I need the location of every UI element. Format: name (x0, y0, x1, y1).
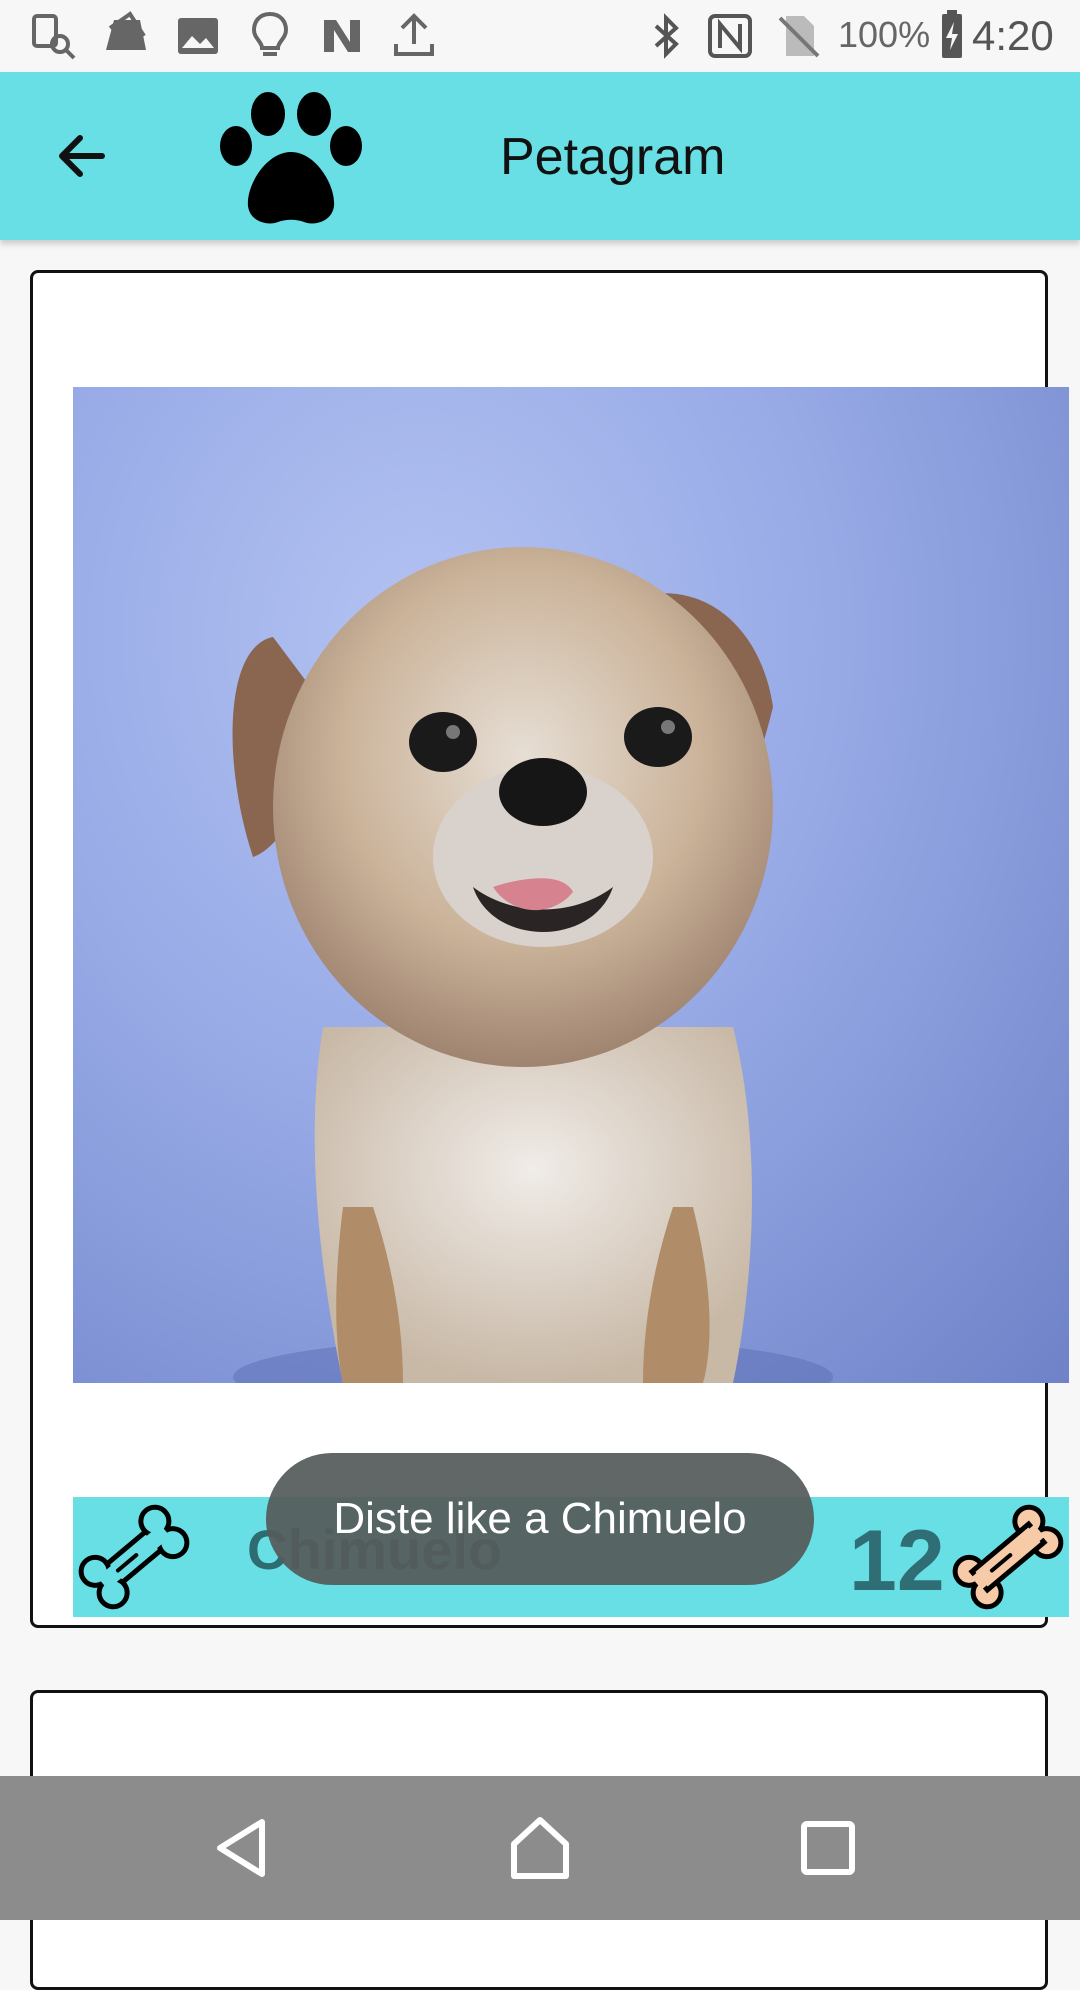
n-app-icon (324, 20, 360, 52)
like-count: 12 (849, 1513, 945, 1609)
bluetooth-icon (654, 13, 679, 59)
arrow-back-icon[interactable] (52, 124, 116, 188)
screenshot-icon (32, 14, 76, 60)
no-sim-icon (778, 16, 820, 58)
overlay-icon (106, 11, 146, 50)
battery-charging-icon (942, 10, 962, 58)
battery-percentage: 100% (838, 14, 931, 55)
status-bar: 100% 4:20 (0, 0, 1080, 72)
lightbulb-icon (251, 11, 289, 56)
bone-outline-icon[interactable] (73, 1497, 195, 1617)
gallery-icon (178, 18, 218, 54)
page-title: Petagram (500, 128, 726, 186)
toast-message: Diste like a Chimuelo (266, 1453, 814, 1585)
pet-photo (73, 387, 1069, 1383)
dog-illustration (232, 547, 833, 1383)
paw-icon (220, 92, 362, 224)
bone-filled-icon (952, 1504, 1064, 1610)
nfc-icon (708, 14, 752, 58)
clock: 4:20 (972, 12, 1054, 59)
back-icon[interactable] (206, 1812, 278, 1884)
upload-icon (394, 13, 434, 56)
home-icon[interactable] (504, 1812, 576, 1884)
pet-card: Chimuelo 12 (30, 270, 1069, 1628)
recents-icon[interactable] (792, 1812, 864, 1884)
system-nav-bar (0, 1776, 1080, 1920)
app-toolbar: Petagram (0, 72, 1080, 240)
